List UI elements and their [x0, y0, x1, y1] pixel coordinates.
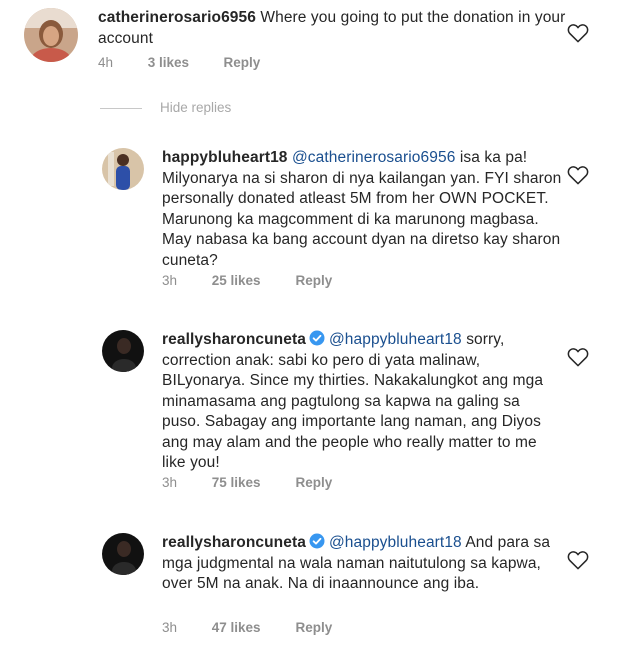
likes-count[interactable]: 3 likes: [148, 55, 220, 70]
like-heart-icon[interactable]: [567, 550, 589, 570]
username[interactable]: reallysharoncuneta: [162, 534, 306, 551]
comment-body: correction anak: sabi ko pero di yata ma…: [162, 351, 544, 472]
username[interactable]: catherinerosario6956: [98, 9, 256, 26]
comment-meta: 3h 25 likes Reply: [162, 273, 332, 288]
reply-button[interactable]: Reply: [296, 620, 333, 635]
comment-body-start: And para: [461, 534, 530, 551]
reply-item: happybluheart18 @catherinerosario6956 is…: [0, 140, 620, 300]
reply-button[interactable]: Reply: [224, 55, 261, 70]
like-heart-icon[interactable]: [567, 165, 589, 185]
hide-replies-label: Hide replies: [160, 100, 232, 115]
reply-button[interactable]: Reply: [296, 475, 333, 490]
comment-meta: 3h 75 likes Reply: [162, 475, 332, 490]
reply-item: reallysharoncuneta @happybluheart18 sorry…: [0, 322, 620, 502]
timestamp[interactable]: 3h: [162, 475, 208, 490]
avatar[interactable]: [102, 148, 144, 190]
divider: [100, 107, 142, 109]
comment-text: reallysharoncuneta @happybluheart18 sorry…: [162, 330, 562, 474]
username[interactable]: happybluheart18: [162, 149, 288, 166]
mention-link[interactable]: @happybluheart18: [329, 534, 462, 551]
avatar[interactable]: [102, 533, 144, 575]
likes-count[interactable]: 25 likes: [212, 273, 292, 288]
comment-body-start: sorry,: [461, 331, 505, 348]
comment-meta: 3h 47 likes Reply: [162, 620, 332, 635]
comment-body-start: isa ka: [455, 149, 501, 166]
timestamp[interactable]: 4h: [98, 55, 144, 70]
hide-replies-toggle[interactable]: Hide replies: [100, 100, 231, 116]
comment-text: catherinerosario6956 Where you going to …: [98, 8, 568, 49]
comment-body: pa! Milyonarya na si sharon di nya kaila…: [162, 149, 562, 269]
mention-link[interactable]: @happybluheart18: [329, 331, 462, 348]
comment-text: reallysharoncuneta @happybluheart18 And p…: [162, 533, 562, 595]
like-heart-icon[interactable]: [567, 23, 589, 43]
username[interactable]: reallysharoncuneta: [162, 331, 306, 348]
like-heart-icon[interactable]: [567, 347, 589, 367]
avatar[interactable]: [102, 330, 144, 372]
comment-meta: 4h 3 likes Reply: [98, 55, 260, 70]
comment-text: happybluheart18 @catherinerosario6956 is…: [162, 148, 562, 271]
verified-badge-icon: [309, 330, 325, 346]
likes-count[interactable]: 47 likes: [212, 620, 292, 635]
reply-item: reallysharoncuneta @happybluheart18 And p…: [0, 525, 620, 645]
likes-count[interactable]: 75 likes: [212, 475, 292, 490]
reply-button[interactable]: Reply: [296, 273, 333, 288]
timestamp[interactable]: 3h: [162, 273, 208, 288]
verified-badge-icon: [309, 533, 325, 549]
comment-item: catherinerosario6956 Where you going to …: [0, 0, 620, 95]
avatar[interactable]: [24, 8, 78, 62]
timestamp[interactable]: 3h: [162, 620, 208, 635]
mention-link[interactable]: @catherinerosario6956: [292, 149, 455, 166]
